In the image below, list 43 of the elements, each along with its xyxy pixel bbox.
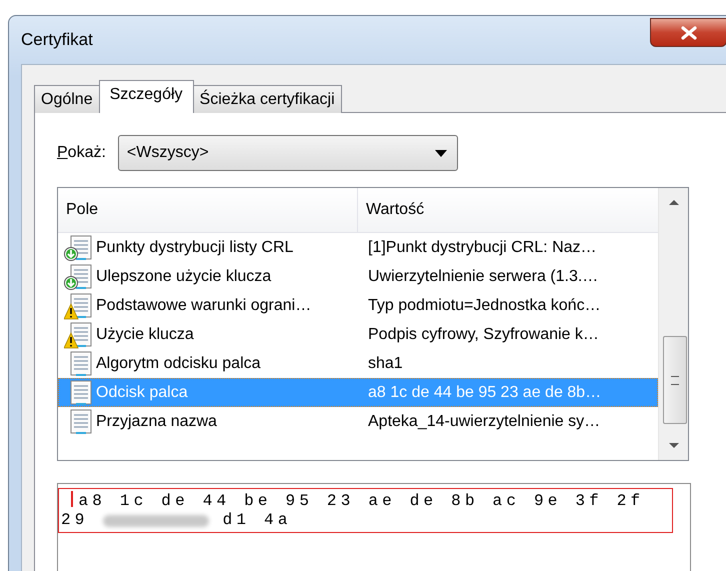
column-header[interactable]: Pole bbox=[58, 188, 358, 232]
field-name: Przyjazna nazwa bbox=[96, 412, 218, 430]
field-name: Podstawowe warunki ograni… bbox=[96, 296, 312, 314]
field-value: Apteka_14-uwierzytelnienie sy… bbox=[367, 412, 600, 430]
list-row[interactable]: Przyjazna nazwa Apteka_14-uwierzytelnienie sy… bbox=[58, 407, 658, 436]
field-name: Odcisk palca bbox=[96, 384, 189, 402]
close-icon bbox=[680, 26, 698, 40]
field-name: Algorytm odcisku palca bbox=[96, 354, 262, 372]
scroll-down-icon bbox=[668, 442, 680, 450]
field-value: Uwierzytelnienie serwera (1.3.… bbox=[367, 268, 598, 286]
show-label: Pokaż: bbox=[57, 144, 106, 162]
caret-icon bbox=[434, 150, 447, 156]
field-value: a8 1c de 44 be 95 23 ae de 8b… bbox=[367, 384, 602, 402]
close-button[interactable] bbox=[650, 18, 726, 47]
scroll-thumb[interactable] bbox=[663, 336, 687, 424]
document-download-icon bbox=[64, 262, 94, 290]
scrollbar[interactable] bbox=[658, 188, 688, 460]
tab[interactable]: Ogólne bbox=[34, 85, 100, 113]
value-line: a8 1c de 44 be 95 23 ae de 8b ac 9e 3f 2f bbox=[61, 491, 672, 511]
list-row[interactable]: Algorytm odcisku palca sha1 bbox=[58, 349, 658, 378]
scroll-up-icon bbox=[668, 198, 680, 206]
list-row[interactable]: Punkty dystrybucji listy CRL [1]Punkt dystrybucji CRL: Naz… bbox=[58, 233, 658, 262]
field-name: Punkty dystrybucji listy CRL bbox=[96, 238, 294, 256]
value-text-box[interactable]: a8 1c de 44 be 95 23 ae de 8b ac 9e 3f 2f 29 d1 4a bbox=[57, 483, 691, 571]
show-dropdown[interactable]: <Wszyscy> bbox=[118, 135, 458, 171]
field-name: Ulepszone użycie klucza bbox=[96, 268, 272, 286]
tab[interactable]: Ścieżka certyfikacji bbox=[192, 85, 342, 113]
window-title: Certyfikat bbox=[21, 30, 93, 50]
document-warning-icon bbox=[64, 320, 94, 348]
field-value: Typ podmiotu=Jednostka końc… bbox=[367, 296, 601, 314]
list-row[interactable]: Ulepszone użycie klucza Uwierzytelnienie serwera (1.3.… bbox=[58, 262, 658, 291]
field-value: Podpis cyfrowy, Szyfrowanie k… bbox=[367, 326, 599, 344]
document-warning-icon bbox=[64, 292, 94, 320]
value-line: d1 4a bbox=[222, 511, 292, 530]
value-line: 29 bbox=[61, 511, 89, 530]
list-row[interactable]: Użycie klucza Podpis cyfrowy, Szyfrowanie k… bbox=[58, 320, 658, 349]
field-value: [1]Punkt dystrybucji CRL: Naz… bbox=[367, 238, 597, 256]
column-header[interactable]: Wartość bbox=[358, 188, 658, 232]
field-name: Użycie klucza bbox=[96, 326, 195, 344]
document-download-icon bbox=[64, 234, 94, 262]
list-row[interactable]: Podstawowe warunki ograni… Typ podmiotu=Jednostka końc… bbox=[58, 291, 658, 320]
tab[interactable]: Szczegóły bbox=[98, 80, 194, 113]
field-value: sha1 bbox=[367, 354, 403, 372]
